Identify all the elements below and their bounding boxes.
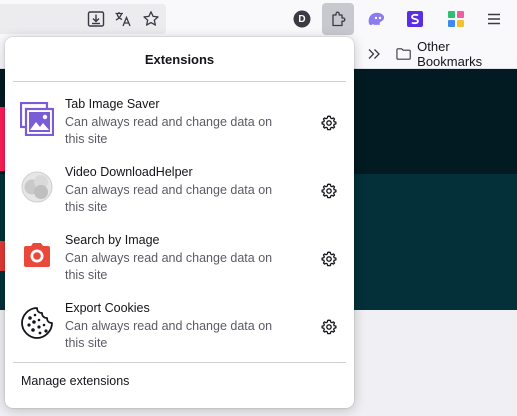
other-bookmarks-label: Other Bookmarks — [417, 38, 483, 69]
gear-icon — [321, 183, 337, 199]
navigation-toolbar: D — [0, 0, 517, 38]
extension-item-video-downloadhelper[interactable]: Video DownloadHelper Can always read and… — [13, 156, 346, 220]
colorful-grid-extension-button[interactable] — [440, 3, 472, 35]
bookmark-star-icon — [143, 11, 159, 26]
extension-name: Video DownloadHelper — [65, 165, 193, 179]
purple-s-extension-icon — [407, 11, 423, 27]
save-page-icon — [87, 11, 105, 27]
extension-name: Search by Image — [65, 233, 160, 247]
extensions-button[interactable] — [322, 3, 354, 35]
double-chevron-right-icon — [368, 49, 380, 59]
ghost-extension-icon — [368, 12, 385, 25]
extension-settings-button[interactable] — [317, 179, 341, 203]
extension-description: Can always read and change data on this … — [65, 183, 273, 214]
translate-icon — [115, 12, 131, 27]
avatar-letter: D — [298, 13, 306, 25]
extension-name: Tab Image Saver — [65, 97, 160, 111]
bookmark-star-button[interactable] — [135, 3, 167, 35]
extension-settings-button[interactable] — [317, 247, 341, 271]
tab-image-saver-icon — [20, 102, 54, 136]
account-button[interactable]: D — [286, 3, 318, 35]
gear-icon — [321, 319, 337, 335]
folder-icon — [396, 47, 411, 60]
extension-item-search-by-image[interactable]: Search by Image Can always read and chan… — [13, 224, 346, 288]
extensions-panel: Extensions Tab Image Saver Can always re… — [5, 37, 354, 408]
bookmarks-overflow-button[interactable] — [362, 44, 386, 64]
hamburger-menu-icon — [488, 13, 500, 25]
extension-description: Can always read and change data on this … — [65, 115, 273, 146]
extension-settings-button[interactable] — [317, 315, 341, 339]
export-cookies-icon — [20, 306, 54, 340]
extension-item-tab-image-saver[interactable]: Tab Image Saver Can always read and chan… — [13, 88, 346, 152]
other-bookmarks-folder[interactable]: Other Bookmarks — [392, 39, 517, 69]
panel-separator-bottom — [13, 362, 346, 363]
extension-item-export-cookies[interactable]: Export Cookies Can always read and chang… — [13, 292, 346, 356]
ghost-extension-button[interactable] — [360, 3, 392, 35]
panel-separator-top — [13, 81, 346, 82]
extension-description: Can always read and change data on this … — [65, 319, 273, 350]
extension-settings-button[interactable] — [317, 111, 341, 135]
video-downloadhelper-icon — [20, 170, 54, 204]
extensions-puzzle-icon — [332, 11, 346, 27]
extension-description: Can always read and change data on this … — [65, 251, 273, 282]
extension-name: Export Cookies — [65, 301, 150, 315]
search-by-image-camera-icon — [20, 238, 54, 272]
gear-icon — [321, 251, 337, 267]
colorful-grid-extension-icon — [448, 11, 464, 27]
application-menu-button[interactable] — [478, 3, 510, 35]
gear-icon — [321, 115, 337, 131]
panel-title: Extensions — [144, 51, 215, 67]
purple-s-extension-button[interactable] — [399, 3, 431, 35]
manage-extensions-link[interactable]: Manage extensions — [21, 374, 129, 388]
